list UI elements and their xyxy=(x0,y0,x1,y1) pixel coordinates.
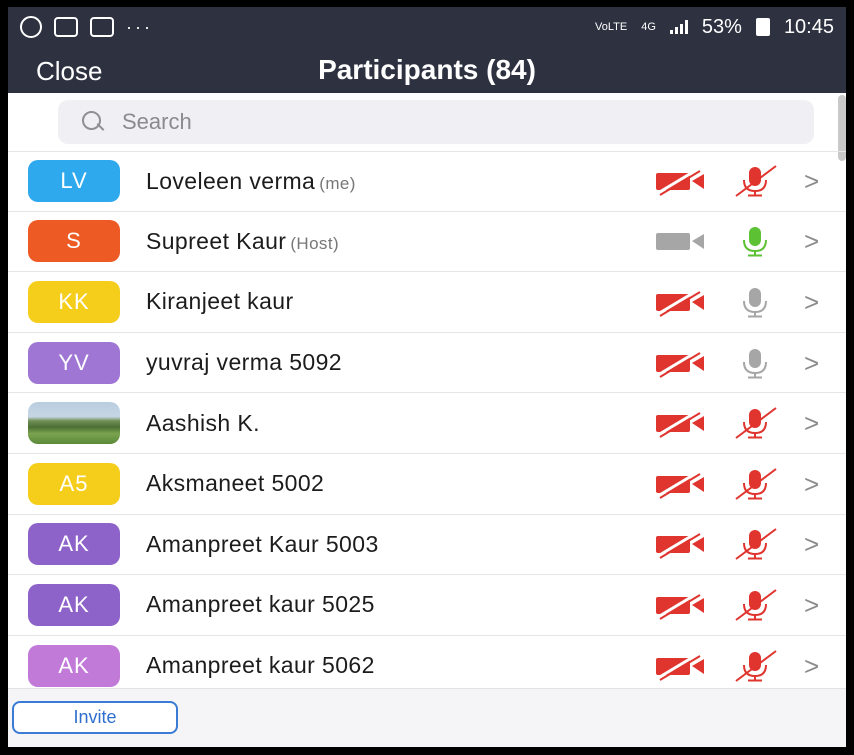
participant-name-text: Amanpreet Kaur 5003 xyxy=(146,530,379,557)
participant-row[interactable]: LV Loveleen verma (me) > xyxy=(8,151,846,212)
participant-name: Amanpreet kaur 5025 xyxy=(146,591,375,618)
chevron-right-icon[interactable]: > xyxy=(804,227,826,255)
search-box[interactable] xyxy=(58,100,814,144)
avatar: A5 xyxy=(28,462,120,505)
participant-role-tag: (me) xyxy=(319,173,356,193)
participant-name: Aksmaneet 5002 xyxy=(146,470,324,497)
video-camera-off-icon[interactable] xyxy=(654,348,706,378)
avatar: LV xyxy=(28,160,120,203)
participant-name-text: Aashish K. xyxy=(146,409,260,436)
participant-row[interactable]: YV yuvraj verma 5092 > xyxy=(8,333,846,394)
network-gen-indicator: 4G xyxy=(641,20,656,33)
microphone-muted-icon[interactable] xyxy=(730,649,780,683)
participant-name-text: yuvraj verma 5092 xyxy=(146,349,342,376)
avatar xyxy=(28,402,120,445)
video-camera-off-icon[interactable] xyxy=(654,469,706,499)
battery-percent: 53% xyxy=(701,15,742,38)
microphone-icon[interactable] xyxy=(730,224,780,258)
participant-row[interactable]: A5 Aksmaneet 5002 > xyxy=(8,454,846,515)
microphone-icon[interactable] xyxy=(730,285,780,319)
participant-name-text: Loveleen verma xyxy=(146,167,316,194)
video-camera-off-icon[interactable] xyxy=(654,529,706,560)
avatar: S xyxy=(28,220,120,263)
microphone-muted-icon[interactable] xyxy=(730,588,780,622)
volte-indicator: VoLTE xyxy=(595,20,628,33)
participant-name-text: Aksmaneet 5002 xyxy=(146,470,325,497)
video-camera-off-icon[interactable] xyxy=(654,166,706,197)
participant-row[interactable]: S Supreet Kaur (Host) > xyxy=(8,212,846,273)
gallery-icon xyxy=(54,17,78,37)
participant-row[interactable]: Aashish K. > xyxy=(8,393,846,454)
participant-name-text: Amanpreet kaur 5062 xyxy=(146,652,375,679)
search-input[interactable] xyxy=(122,109,722,135)
participant-name: yuvraj verma 5092 xyxy=(146,349,342,376)
participant-name-text: Amanpreet kaur 5025 xyxy=(146,591,375,618)
signal-icon xyxy=(669,20,688,34)
clock-time: 10:45 xyxy=(783,15,834,38)
participant-name: Amanpreet Kaur 5003 xyxy=(146,531,379,558)
participant-list: LV Loveleen verma (me) > S Supreet Kaur (Host)… xyxy=(8,151,846,697)
avatar: AK xyxy=(28,644,120,687)
microphone-muted-icon[interactable] xyxy=(730,406,780,440)
video-camera-off-icon[interactable] xyxy=(654,590,706,620)
chevron-right-icon[interactable]: > xyxy=(804,409,826,437)
participant-name: Kiranjeet kaur xyxy=(146,288,294,315)
video-camera-off-icon[interactable] xyxy=(654,287,706,317)
invite-button[interactable]: Invite xyxy=(12,701,178,734)
participant-name-text: Supreet Kaur xyxy=(146,227,287,254)
video-camera-off-icon[interactable] xyxy=(654,651,706,681)
avatar: KK xyxy=(28,280,120,323)
participants-screen: ··· VoLTE 4G 53% 10:45 Close Participant… xyxy=(8,7,846,747)
participant-name: Aashish K. xyxy=(146,410,260,437)
video-camera-icon[interactable] xyxy=(654,226,706,256)
chevron-right-icon[interactable]: > xyxy=(804,470,826,498)
video-camera-off-icon[interactable] xyxy=(654,408,706,439)
microphone-muted-icon[interactable] xyxy=(730,467,780,501)
chevron-right-icon[interactable]: > xyxy=(804,530,826,558)
battery-icon xyxy=(755,18,770,36)
search-bar xyxy=(8,93,846,151)
participant-row[interactable]: KK Kiranjeet kaur > xyxy=(8,272,846,333)
avatar: AK xyxy=(28,523,120,566)
participant-row[interactable]: AK Amanpreet kaur 5025 > xyxy=(8,575,846,636)
microphone-muted-icon[interactable] xyxy=(730,164,780,198)
whatsapp-icon xyxy=(20,16,42,38)
chevron-right-icon[interactable]: > xyxy=(804,349,826,377)
participant-name-text: Kiranjeet kaur xyxy=(146,288,294,315)
participant-name: Supreet Kaur (Host) xyxy=(146,228,339,255)
participant-row[interactable]: AK Amanpreet Kaur 5003 > xyxy=(8,515,846,576)
voicemail-icon xyxy=(90,17,114,37)
more-notifications-icon: ··· xyxy=(126,16,153,37)
microphone-muted-icon[interactable] xyxy=(730,527,780,561)
participants-header: Close Participants (84) xyxy=(8,47,846,93)
avatar: YV xyxy=(28,341,120,384)
search-icon xyxy=(80,109,106,135)
avatar: AK xyxy=(28,583,120,626)
chevron-right-icon[interactable]: > xyxy=(804,167,826,195)
footer-bar: Invite xyxy=(8,688,846,747)
chevron-right-icon[interactable]: > xyxy=(804,652,826,680)
microphone-icon[interactable] xyxy=(730,346,780,380)
participant-name: Amanpreet kaur 5062 xyxy=(146,652,375,679)
chevron-right-icon[interactable]: > xyxy=(804,288,826,316)
chevron-right-icon[interactable]: > xyxy=(804,591,826,619)
page-title: Participants (84) xyxy=(318,54,536,85)
participant-role-tag: (Host) xyxy=(290,233,340,253)
status-bar: ··· VoLTE 4G 53% 10:45 xyxy=(8,7,846,47)
participant-name: Loveleen verma (me) xyxy=(146,168,356,195)
